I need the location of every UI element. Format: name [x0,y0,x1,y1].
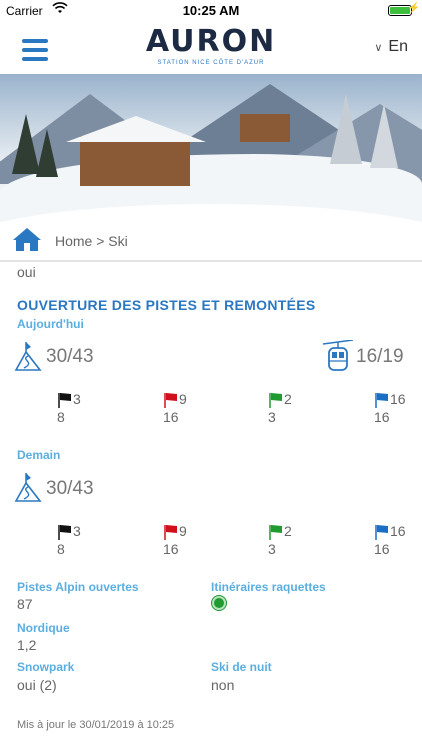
red-flag-icon [164,393,177,408]
hamburger-menu-icon[interactable] [22,39,48,61]
blue-flag-icon [375,525,388,540]
open-count: 16 [390,523,406,539]
tomorrow-red-pistes: 9 16 [163,520,203,560]
open-count: 3 [73,523,81,539]
total-count: 16 [374,541,390,557]
ski-slope-icon [14,340,42,372]
total-count: 8 [57,541,65,557]
alpine-pistes-value: 87 [17,596,33,612]
today-green-pistes: 2 3 [268,388,308,428]
status-bar: Carrier 10:25 AM ⚡ [0,0,422,22]
gondola-icon [322,339,354,372]
open-count: 2 [284,391,292,407]
snowshoe-status-dot [212,596,226,610]
black-flag-icon [58,525,71,540]
logo-text: AURON [145,24,277,59]
app-header: AURON STATION NICE CÔTE D'AZUR ∨ En [0,22,422,74]
breadcrumb-path[interactable]: Home > Ski [55,233,128,249]
total-count: 8 [57,409,65,425]
open-count: 16 [390,391,406,407]
today-pistes-open: 30/43 [46,346,94,367]
total-count: 3 [268,541,276,557]
tomorrow-black-pistes: 3 8 [57,520,97,560]
tomorrow-green-pistes: 2 3 [268,520,308,560]
chevron-down-icon: ∨ [374,42,383,54]
today-lifts-open: 16/19 [356,346,404,367]
today-black-pistes: 3 8 [57,388,97,428]
red-flag-icon [164,525,177,540]
today-blue-pistes: 16 16 [374,388,414,428]
snowpark-value: oui (2) [17,677,57,693]
ski-slope-icon [14,471,42,503]
clock: 10:25 AM [182,3,240,18]
last-updated: Mis à jour le 30/01/2019 à 10:25 [17,719,175,731]
breadcrumb: Home > Ski [0,224,422,262]
open-count: 2 [284,523,292,539]
hero-image [0,74,422,224]
nordic-label: Nordique [17,621,70,635]
tomorrow-label: Demain [17,448,61,462]
previous-value: oui [17,264,36,280]
section-title: OUVERTURE DES PISTES ET REMONTÉES [17,297,316,313]
open-count: 3 [73,391,81,407]
language-selector[interactable]: ∨ En [374,38,408,56]
night-ski-label: Ski de nuit [211,660,272,674]
total-count: 3 [268,409,276,425]
total-count: 16 [163,409,179,425]
green-flag-icon [269,393,282,408]
charging-icon: ⚡ [407,3,420,14]
black-flag-icon [58,393,71,408]
open-count: 9 [179,391,187,407]
tomorrow-pistes-open: 30/43 [46,478,94,499]
open-count: 9 [179,523,187,539]
total-count: 16 [163,541,179,557]
total-count: 16 [374,409,390,425]
today-red-pistes: 9 16 [163,388,203,428]
tomorrow-blue-pistes: 16 16 [374,520,414,560]
snowpark-label: Snowpark [17,660,75,674]
auron-logo[interactable]: AURON STATION NICE CÔTE D'AZUR [136,24,286,72]
green-flag-icon [269,525,282,540]
night-ski-value: non [211,677,235,693]
logo-subtitle: STATION NICE CÔTE D'AZUR [157,60,265,66]
language-label: En [388,38,408,55]
alpine-pistes-label: Pistes Alpin ouvertes [17,580,139,594]
blue-flag-icon [375,393,388,408]
today-label: Aujourd'hui [17,317,84,331]
snowshoe-label: Itinéraires raquettes [211,580,326,594]
home-icon[interactable] [12,226,42,252]
nordic-value: 1,2 [17,637,37,653]
